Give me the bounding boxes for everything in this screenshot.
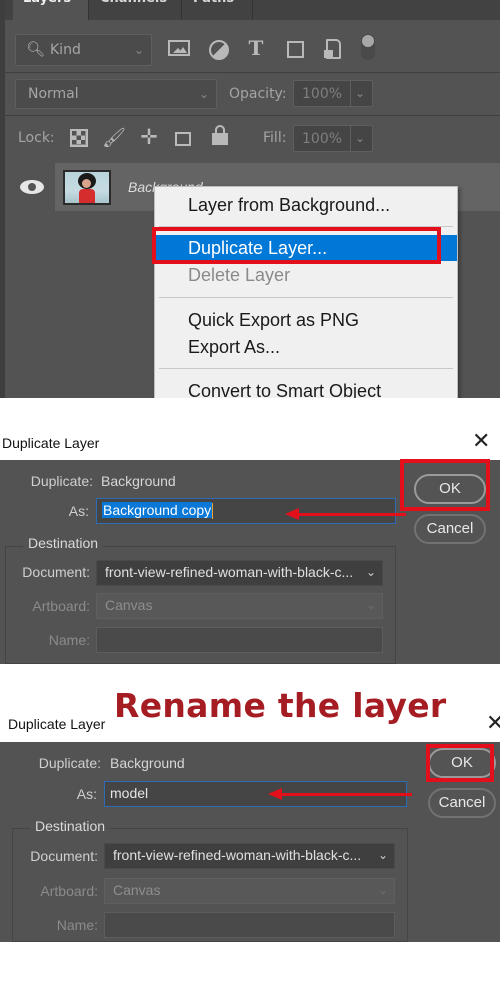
chevron-down-icon: ⌄: [199, 87, 210, 101]
menu-separator: [159, 368, 453, 369]
tab-layers[interactable]: Layers: [13, 0, 89, 20]
fill-label: Fill:: [263, 130, 287, 146]
menu-item-layer-from-background[interactable]: Layer from Background...: [155, 192, 457, 218]
name-label: Name:: [56, 917, 98, 933]
destination-legend: Destination: [23, 535, 104, 551]
document-dropdown[interactable]: front-view-refined-woman-with-black-c...…: [96, 560, 383, 586]
duplicate-label: Duplicate:: [38, 755, 101, 771]
chevron-down-icon: ⌄: [365, 598, 376, 612]
blend-mode-dropdown[interactable]: Normal ⌄: [15, 79, 217, 109]
document-label: Document:: [22, 564, 90, 580]
opacity-label: Opacity:: [229, 86, 287, 102]
adjustment-filter-icon[interactable]: [209, 40, 229, 60]
annotation-arrow-head-icon: [285, 508, 299, 520]
highlight-box-duplicate-layer: [152, 227, 441, 264]
lock-position-icon[interactable]: ✛: [137, 125, 161, 149]
dialog-title: Duplicate Layer: [2, 435, 100, 451]
chevron-down-icon: ⌄: [134, 43, 145, 57]
dialog-body: Duplicate: Background As: model Destinat…: [0, 742, 500, 942]
tab-channels[interactable]: Channels: [90, 0, 182, 20]
menu-item-export-as[interactable]: Export As...: [155, 334, 457, 360]
document-dropdown[interactable]: front-view-refined-woman-with-black-c...…: [104, 843, 395, 869]
fill-input[interactable]: 100% ⌄: [293, 125, 373, 152]
lock-artboard-icon[interactable]: [175, 132, 191, 146]
document-value: front-view-refined-woman-with-black-c...: [113, 847, 362, 863]
layer-thumbnail: [63, 170, 111, 205]
dialog-title: Duplicate Layer: [8, 716, 106, 732]
duplicate-value: Background: [110, 755, 185, 771]
close-icon[interactable]: ✕: [472, 429, 490, 454]
menu-item-quick-export-png[interactable]: Quick Export as PNG: [155, 307, 457, 333]
duplicate-value: Background: [101, 473, 176, 489]
annotation-arrow-line: [296, 513, 406, 516]
artboard-dropdown: Canvas ⌄: [104, 878, 395, 904]
document-value: front-view-refined-woman-with-black-c...: [105, 564, 354, 580]
name-input: [104, 912, 395, 938]
panel-edge: [0, 0, 5, 398]
filter-toggle-icon[interactable]: [361, 34, 375, 60]
chevron-down-icon: ⌄: [365, 565, 376, 579]
search-icon: 🔍︎: [26, 40, 46, 58]
opacity-value: 100%: [302, 86, 343, 102]
lock-all-icon[interactable]: [212, 125, 228, 147]
lock-label: Lock:: [18, 130, 55, 146]
highlight-box-ok: [400, 459, 490, 511]
fill-value: 100%: [302, 131, 343, 147]
filter-kind-label: Kind: [50, 42, 81, 58]
text-cursor: [212, 503, 214, 520]
blend-mode-value: Normal: [28, 86, 79, 102]
filter-kind-dropdown[interactable]: 🔍︎ Kind ⌄: [15, 34, 152, 66]
dialog-duplicate-layer-2: Rename the layer Duplicate Layer ✕ Dupli…: [0, 664, 500, 1000]
chevron-down-icon[interactable]: ⌄: [355, 86, 365, 100]
as-input-value: model: [110, 785, 149, 801]
name-input: [96, 627, 383, 653]
chevron-down-icon: ⌄: [377, 883, 388, 897]
artboard-value: Canvas: [113, 882, 161, 898]
destination-legend: Destination: [30, 818, 111, 834]
divider: [5, 72, 500, 73]
divider: [5, 115, 500, 116]
menu-separator: [159, 297, 453, 298]
menu-item-delete-layer: Delete Layer: [188, 265, 291, 285]
annotation-arrow-line: [280, 793, 412, 796]
opacity-input[interactable]: 100% ⌄: [293, 80, 373, 107]
cancel-button[interactable]: Cancel: [414, 514, 486, 544]
as-input[interactable]: Background copy: [96, 498, 396, 524]
type-filter-icon[interactable]: T: [245, 36, 267, 60]
context-menu: Layer from Background... Duplicate Layer…: [154, 186, 458, 406]
highlight-box-ok: [426, 744, 494, 782]
visibility-eye-icon[interactable]: [20, 180, 44, 194]
image-filter-icon[interactable]: [168, 40, 190, 56]
artboard-label: Artboard:: [32, 598, 90, 614]
panel-tabbar: Layers Channels Paths: [5, 0, 500, 20]
as-label: As:: [76, 786, 97, 802]
smart-object-filter-icon[interactable]: [324, 39, 341, 59]
artboard-value: Canvas: [105, 597, 153, 613]
document-label: Document:: [30, 848, 98, 864]
as-label: As:: [68, 503, 89, 519]
shape-filter-icon[interactable]: [287, 41, 304, 58]
chevron-down-icon[interactable]: ⌄: [355, 131, 365, 145]
as-input-selected-text: Background copy: [102, 502, 213, 518]
artboard-dropdown: Canvas ⌄: [96, 593, 383, 619]
duplicate-label: Duplicate:: [30, 473, 93, 489]
annotation-arrow-head-icon: [268, 788, 282, 800]
name-label: Name:: [48, 632, 90, 648]
cancel-button[interactable]: Cancel: [428, 788, 496, 818]
caption-rename-the-layer: Rename the layer: [114, 686, 447, 725]
lock-image-pixels-icon[interactable]: 🖌︎: [102, 126, 126, 149]
close-icon[interactable]: ✕: [486, 711, 500, 736]
tab-paths[interactable]: Paths: [183, 0, 253, 20]
chevron-down-icon: ⌄: [377, 848, 388, 862]
artboard-label: Artboard:: [40, 883, 98, 899]
dialog-duplicate-layer-1: Duplicate Layer ✕ Duplicate: Background …: [0, 398, 500, 664]
lock-transparent-pixels-icon[interactable]: [70, 129, 88, 147]
